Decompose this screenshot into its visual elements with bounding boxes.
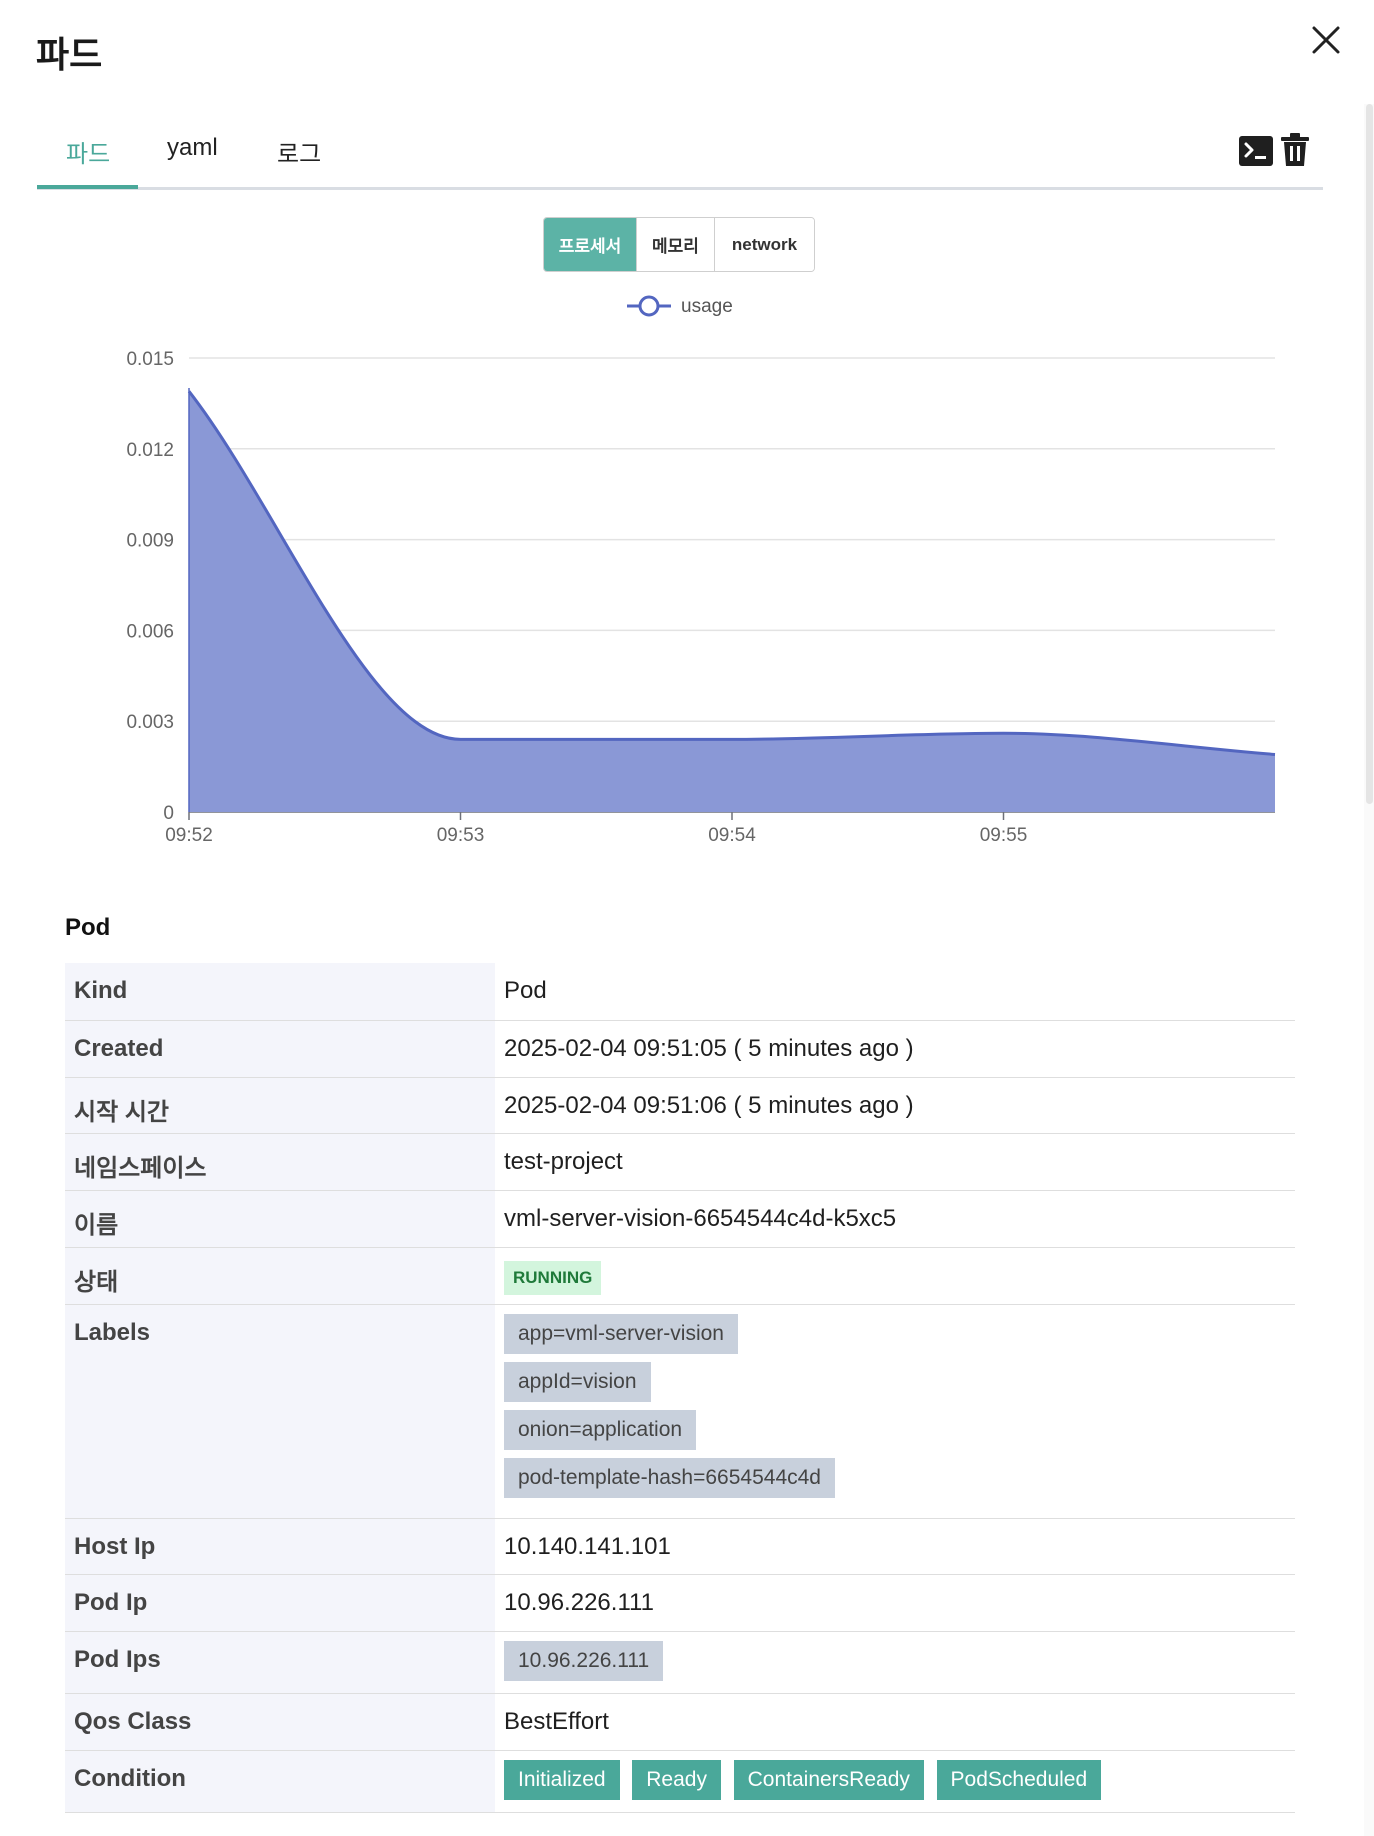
chart-legend[interactable]: usage [627,295,733,317]
label-tag: pod-template-hash=6654544c4d [504,1457,835,1498]
legend-marker [638,295,660,317]
table-row: 네임스페이스 test-project [65,1133,1295,1191]
property-key: Kind [65,963,495,1021]
condition-tag: ContainersReady [733,1759,924,1800]
y-tick-label: 0.003 [126,712,174,733]
status-badge: RUNNING [504,1260,602,1295]
table-row: Qos Class BestEffort [65,1693,1295,1751]
property-key: 상태 [65,1247,495,1305]
table-row: Kind Pod [65,963,1295,1021]
property-value: BestEffort [495,1693,1295,1751]
property-key: Host Ip [65,1518,495,1575]
y-axis-ticks: 0 0.003 0.006 0.009 0.012 0.015 [126,349,174,824]
condition-tag: Initialized [504,1759,620,1800]
x-tick-label: 09:52 [165,825,213,846]
property-key: 시작 시간 [65,1077,495,1134]
label-tag: appId=vision [504,1361,651,1402]
property-value: Pod [495,963,1295,1021]
property-key: Qos Class [65,1693,495,1751]
table-row: 시작 시간 2025-02-04 09:51:06 ( 5 minutes ag… [65,1077,1295,1134]
table-row: Host Ip 10.140.141.101 [65,1518,1295,1575]
condition-tag: PodScheduled [936,1759,1102,1800]
x-tick-label: 09:55 [980,825,1028,846]
property-value: 10.140.141.101 [495,1518,1295,1575]
pod-properties-table: Kind Pod Created 2025-02-04 09:51:05 ( 5… [65,963,1295,1813]
legend-label: usage [681,296,733,317]
table-row: Pod Ips 10.96.226.111 [65,1631,1295,1694]
label-tag: onion=application [504,1409,697,1450]
table-row: Labels app=vml-server-vision appId=visio… [65,1304,1295,1519]
x-tick-label: 09:54 [708,825,756,846]
table-row: Created 2025-02-04 09:51:05 ( 5 minutes … [65,1020,1295,1078]
property-key: Labels [65,1304,495,1519]
property-key: Pod Ip [65,1574,495,1632]
y-tick-label: 0.015 [126,349,174,370]
table-row: Condition Initialized Ready ContainersRe… [65,1750,1295,1813]
y-tick-label: 0.012 [126,440,174,461]
table-row: Pod Ip 10.96.226.111 [65,1574,1295,1632]
property-value: vml-server-vision-6654544c4d-k5xc5 [495,1190,1295,1248]
pod-ip-tag: 10.96.226.111 [504,1640,664,1681]
label-tag: app=vml-server-vision [504,1313,738,1354]
y-tick-label: 0 [163,803,174,824]
property-value: 2025-02-04 09:51:05 ( 5 minutes ago ) [495,1020,1295,1078]
table-row: 이름 vml-server-vision-6654544c4d-k5xc5 [65,1190,1295,1248]
property-key: Pod Ips [65,1631,495,1694]
property-key: 이름 [65,1190,495,1248]
pod-detail-panel: 파드 파드 yaml 로그 프로세서 메모리 network usage 0 0… [0,0,1374,1836]
y-tick-label: 0.006 [126,621,174,642]
condition-tag: Ready [632,1759,721,1800]
table-row: 상태 RUNNING [65,1247,1295,1305]
property-key: 네임스페이스 [65,1133,495,1191]
property-key: Condition [65,1750,495,1813]
property-value: 2025-02-04 09:51:06 ( 5 minutes ago ) [495,1077,1295,1134]
x-axis: 09:52 09:53 09:54 09:55 [165,811,1275,846]
y-tick-label: 0.009 [126,531,174,552]
property-key: Created [65,1020,495,1078]
cpu-usage-chart: usage 00.0030.0060.0090.0120.015 09:52 09… [126,295,1276,846]
chart-series [187,388,1276,812]
property-value: 10.96.226.111 [495,1574,1295,1632]
section-title: Pod [65,914,111,941]
usage-area [189,391,1275,812]
property-value: test-project [495,1133,1295,1191]
x-tick-label: 09:53 [437,825,485,846]
